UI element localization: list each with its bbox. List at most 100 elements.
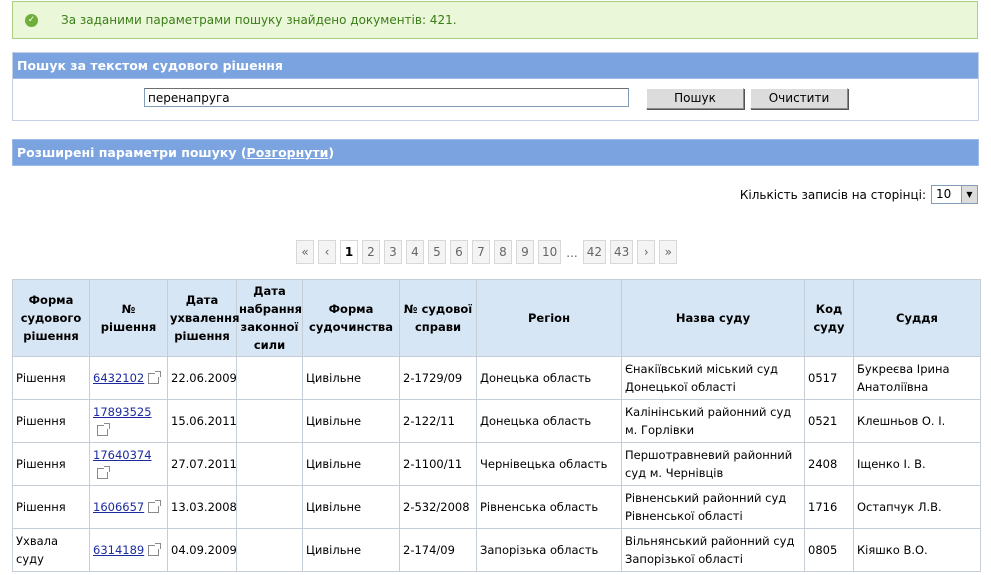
page-button-8[interactable]: 8 [494, 240, 512, 264]
search-button[interactable]: Пошук [646, 88, 744, 109]
table-cell: 0517 [804, 356, 854, 400]
page-last-button[interactable]: » [659, 240, 678, 264]
table-cell: Рішення [12, 485, 90, 529]
column-header-5[interactable]: № судової справи [399, 279, 477, 357]
results-table: Форма судового рішення № рішення Дата ухва… [12, 279, 981, 572]
table-row: Рішення 17893525 15.06.2011 Цивільне 2-122/1… [12, 399, 981, 443]
checkmark-icon: ✓ [25, 13, 38, 27]
decision-link[interactable]: 17640374 [93, 448, 152, 462]
decision-link[interactable]: 6314189 [93, 543, 144, 557]
table-cell: Цивільне [302, 356, 400, 400]
advanced-search-title: Розширені параметри пошуку ( [17, 145, 247, 160]
table-cell: Букреєва Ірина Анатоліївна [853, 356, 981, 400]
external-link-icon[interactable] [148, 543, 162, 556]
table-cell: 17893525 [89, 399, 168, 443]
page-first-button[interactable]: « [296, 240, 314, 264]
advanced-search-title-close: ) [328, 145, 335, 160]
success-message-text: За заданими параметрами пошуку знайдено … [61, 13, 457, 27]
column-header-3[interactable]: Дата набрання законної сили [236, 279, 303, 357]
external-link-icon[interactable] [97, 423, 110, 436]
decision-link[interactable]: 17893525 [93, 405, 152, 419]
page-button-4[interactable]: 4 [406, 240, 424, 264]
search-panel: Пошук за текстом судового рішення Пошук … [12, 52, 979, 121]
table-cell: 0805 [804, 528, 854, 572]
table-cell: 22.06.2009 [167, 356, 237, 400]
page-button-10[interactable]: 10 [538, 240, 562, 264]
records-per-page-value: 10 [936, 187, 952, 201]
page-button-43[interactable]: 43 [610, 240, 634, 264]
table-cell [236, 399, 303, 443]
table-cell: 2-174/09 [399, 528, 477, 572]
column-header-2[interactable]: Дата ухвалення рішення [167, 279, 239, 357]
table-cell: Калінінський районний суд м. Горлівки [621, 399, 805, 443]
page-button-6[interactable]: 6 [450, 240, 468, 264]
records-per-page-label: Кількість записів на сторінці: [739, 187, 926, 202]
table-cell: Остапчук Л.В. [853, 485, 981, 529]
table-cell [236, 528, 303, 572]
table-cell: 2-1100/11 [399, 442, 477, 486]
table-cell [236, 485, 303, 529]
decision-link[interactable]: 6432102 [93, 371, 144, 385]
table-cell [236, 356, 303, 400]
external-link-icon[interactable] [148, 500, 162, 513]
search-panel-title: Пошук за текстом судового рішення [13, 53, 978, 79]
table-cell: Першотравневий районний суд м. Чернівців [621, 442, 805, 486]
table-cell: 15.06.2011 [167, 399, 237, 443]
page-button-2[interactable]: 2 [362, 240, 380, 264]
records-per-page: Кількість записів на сторінці: 10 ▼ [740, 185, 978, 204]
column-header-6[interactable]: Регіон [476, 279, 622, 357]
column-header-4[interactable]: Форма судочинства [302, 279, 400, 357]
search-input[interactable] [144, 88, 629, 107]
table-cell: 2408 [804, 442, 854, 486]
table-cell: Запорізька область [476, 528, 622, 572]
table-cell: Цивільне [302, 485, 400, 529]
records-per-page-select[interactable]: 10 ▼ [931, 185, 978, 204]
clear-button[interactable]: Очистити [750, 88, 848, 109]
table-cell: Рішення [12, 399, 90, 443]
decision-link[interactable]: 1606657 [93, 500, 144, 514]
table-cell: Вільнянський районний суд Запорізької об… [621, 528, 805, 572]
table-cell: Цивільне [302, 442, 400, 486]
column-header-0[interactable]: Форма судового рішення [12, 279, 90, 357]
page-button-7[interactable]: 7 [472, 240, 490, 264]
table-cell: 6432102 [89, 356, 168, 400]
table-header-row: Форма судового рішення № рішення Дата ухва… [12, 279, 981, 357]
page-button-9[interactable]: 9 [516, 240, 534, 264]
table-body: Рішення 6432102 22.06.2009 Цивільне 2-1729/0… [12, 356, 981, 572]
table-cell: 6314189 [89, 528, 168, 572]
table-cell: Іщенко І. В. [853, 442, 981, 486]
table-cell: Рівненський районний суд Рівненської обл… [621, 485, 805, 529]
page-button-1[interactable]: 1 [340, 240, 358, 264]
table-row: Рішення 17640374 27.07.2011 Цивільне 2-1100/… [12, 442, 981, 486]
table-cell: 0521 [804, 399, 854, 443]
table-cell: Клешньов О. І. [853, 399, 981, 443]
table-cell: 17640374 [89, 442, 168, 486]
table-cell: Чернівецька область [476, 442, 622, 486]
table-cell: Рішення [12, 442, 90, 486]
table-cell: 13.03.2008 [167, 485, 237, 529]
external-link-icon[interactable] [148, 371, 162, 384]
external-link-icon[interactable] [97, 466, 110, 479]
page-ellipsis: ... [566, 246, 578, 260]
column-header-8[interactable]: Код суду [804, 279, 854, 357]
table-cell: 1716 [804, 485, 854, 529]
page-button-3[interactable]: 3 [384, 240, 402, 264]
table-cell: Донецька область [476, 356, 622, 400]
success-message-bar: ✓ За заданими параметрами пошуку знайден… [12, 1, 978, 39]
table-cell: 04.09.2009 [167, 528, 237, 572]
page-prev-button[interactable]: ‹ [318, 240, 336, 264]
column-header-7[interactable]: Назва суду [621, 279, 805, 357]
table-cell: Рішення [12, 356, 90, 400]
column-header-1[interactable]: № рішення [89, 279, 168, 357]
chevron-down-icon[interactable]: ▼ [961, 186, 977, 203]
table-cell: Донецька область [476, 399, 622, 443]
table-cell: 1606657 [89, 485, 168, 529]
table-cell: 2-532/2008 [399, 485, 477, 529]
page-next-button[interactable]: › [637, 240, 656, 264]
page-button-42[interactable]: 42 [582, 240, 607, 264]
table-cell [236, 442, 303, 486]
page-button-5[interactable]: 5 [428, 240, 446, 264]
table-cell: Єнакіївський міський суд Донецької облас… [621, 356, 805, 400]
expand-link[interactable]: Розгорнути [247, 145, 329, 160]
column-header-9[interactable]: Суддя [853, 279, 981, 357]
